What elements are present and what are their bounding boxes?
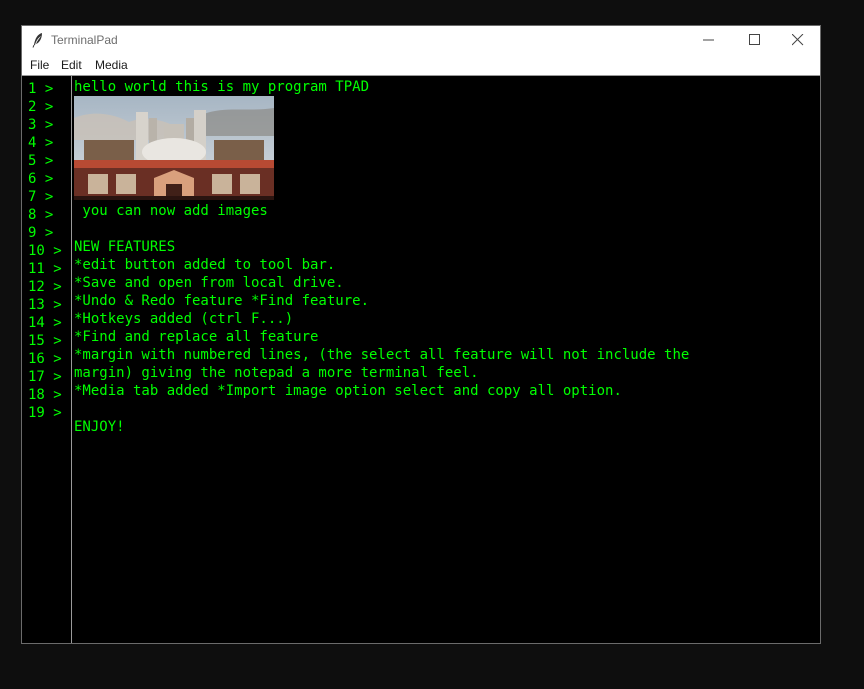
text-line: hello world this is my program TPAD <box>74 79 370 95</box>
line-number: 5 > <box>28 153 54 169</box>
maximize-button[interactable] <box>732 26 778 55</box>
text-line: *Save and open from local drive. <box>74 275 344 291</box>
line-number: 11 > <box>28 261 62 277</box>
line-number: 13 > <box>28 297 62 313</box>
line-number: 3 > <box>28 117 54 133</box>
editor-area: 1 > 2 > 3 > 4 > 5 > 6 > 7 > 8 > 9 > 10 >… <box>22 75 820 643</box>
minimize-icon <box>703 39 714 41</box>
line-number: 12 > <box>28 279 62 295</box>
text-line: *Undo & Redo feature *Find feature. <box>74 293 370 309</box>
line-number: 10 > <box>28 243 62 259</box>
maximize-icon <box>749 34 760 45</box>
line-number-margin: 1 > 2 > 3 > 4 > 5 > 6 > 7 > 8 > 9 > 10 >… <box>22 76 72 643</box>
window-title: TerminalPad <box>51 33 118 47</box>
close-icon <box>792 34 804 46</box>
line-number: 15 > <box>28 333 62 349</box>
text-line: *edit button added to tool bar. <box>74 257 336 273</box>
line-number: 6 > <box>28 171 54 187</box>
text-line: *Find and replace all feature <box>74 329 319 345</box>
minimize-button[interactable] <box>686 26 732 55</box>
line-number: 4 > <box>28 135 54 151</box>
line-number: 1 > <box>28 81 54 97</box>
text-line: ENJOY! <box>74 419 125 435</box>
quill-feather-icon <box>32 33 42 48</box>
line-number: 19 > <box>28 405 62 421</box>
line-number: 16 > <box>28 351 62 367</box>
menu-edit[interactable]: Edit <box>61 58 82 72</box>
close-button[interactable] <box>775 26 821 55</box>
line-number: 14 > <box>28 315 62 331</box>
text-line: *Media tab added *Import image option se… <box>74 383 622 399</box>
line-number: 8 > <box>28 207 54 223</box>
inserted-image <box>74 96 274 200</box>
text-line: NEW FEATURES <box>74 239 176 255</box>
terminalpad-window: TerminalPad File Edit Media 1 > 2 > 3 > <box>21 25 821 644</box>
text-line: *Hotkeys added (ctrl F...) <box>74 311 294 327</box>
title-bar[interactable]: TerminalPad <box>22 26 820 55</box>
text-line: you can now add images <box>74 203 268 219</box>
text-editor[interactable]: hello world this is my program TPAD you … <box>74 76 818 643</box>
line-number: 18 > <box>28 387 62 403</box>
line-number: 9 > <box>28 225 54 241</box>
menu-file[interactable]: File <box>30 58 49 72</box>
line-number: 7 > <box>28 189 54 205</box>
line-number: 17 > <box>28 369 62 385</box>
text-line: *margin with numbered lines, (the select… <box>74 347 690 363</box>
menu-bar: File Edit Media <box>22 55 820 75</box>
line-number: 2 > <box>28 99 54 115</box>
menu-media[interactable]: Media <box>95 58 128 72</box>
text-line: margin) giving the notepad a more termin… <box>74 365 479 381</box>
